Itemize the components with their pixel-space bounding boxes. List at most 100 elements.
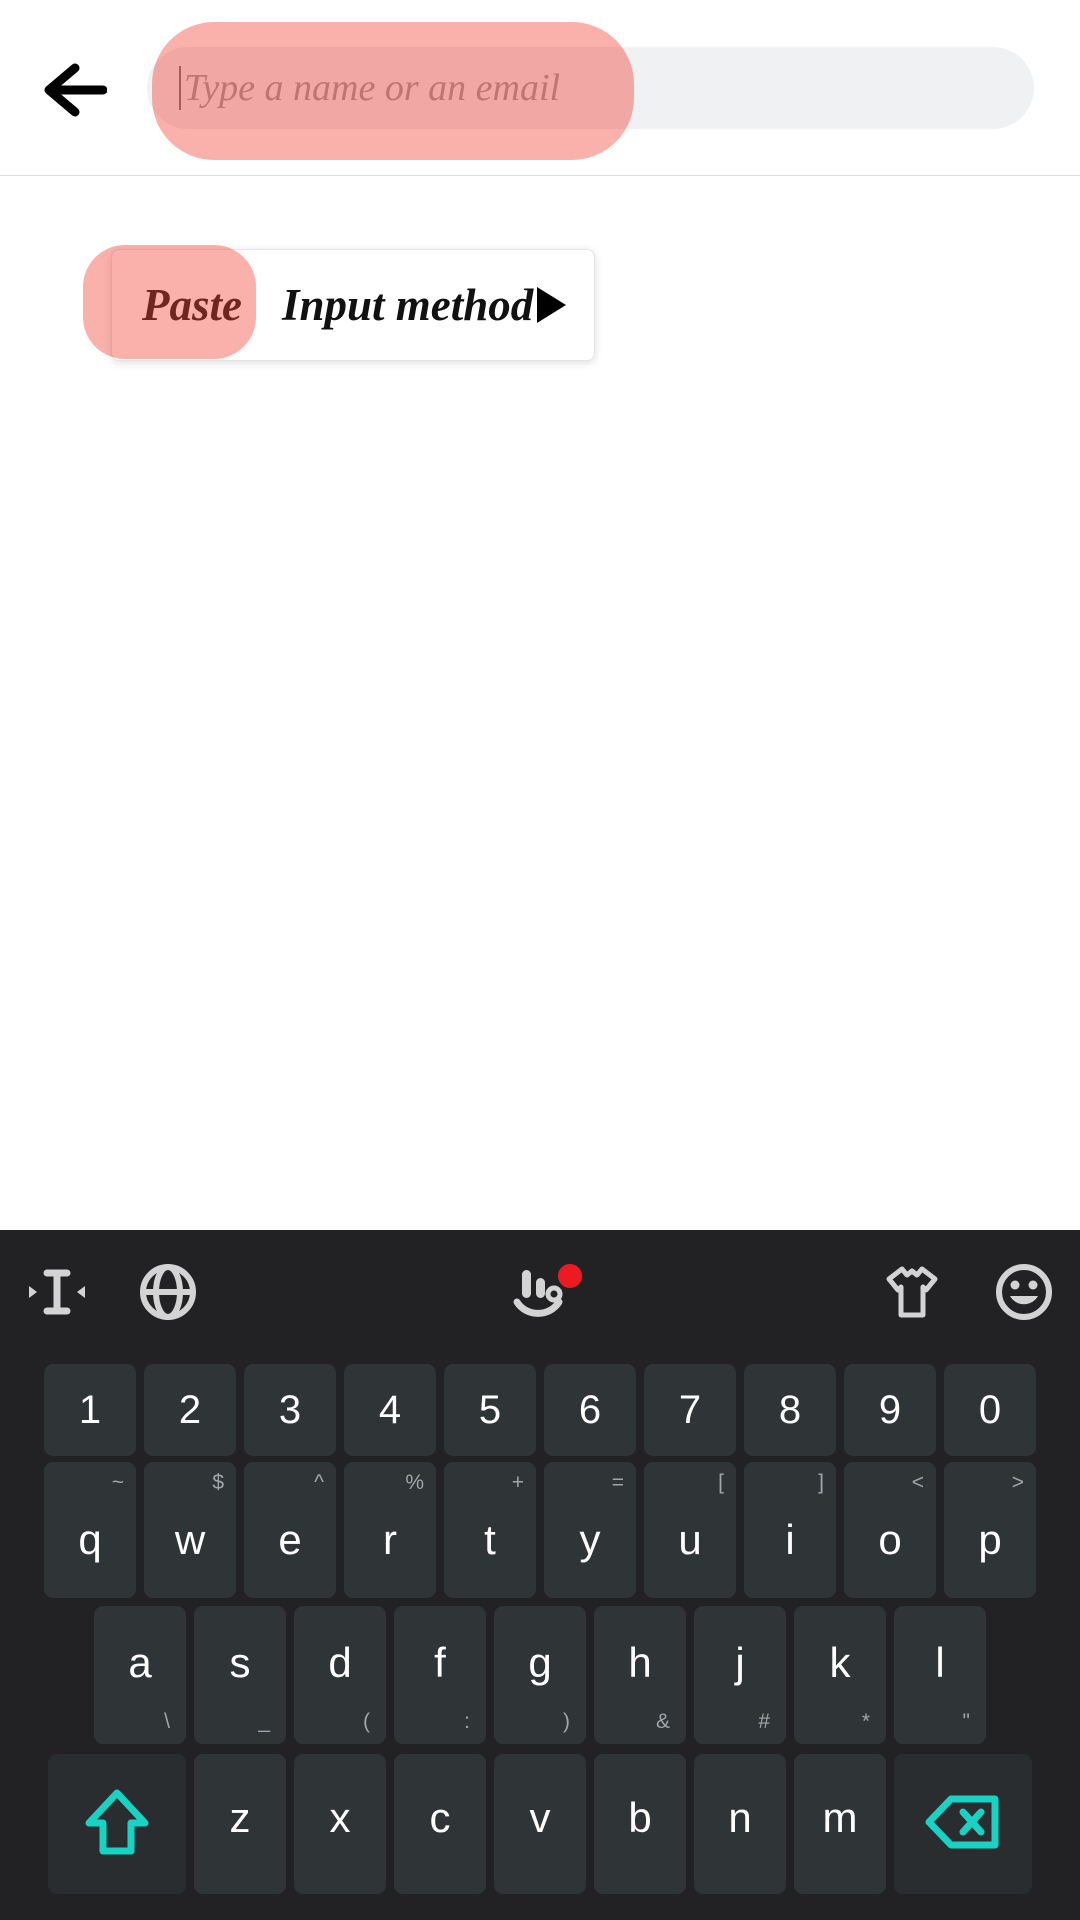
key-j[interactable]: j # — [694, 1606, 786, 1744]
key-k[interactable]: k * — [794, 1606, 886, 1744]
touchpal-logo-icon[interactable] — [484, 1230, 596, 1354]
key-alt-label: [ — [718, 1471, 724, 1494]
key-n[interactable]: n — [694, 1754, 786, 1894]
key-alt-label: _ — [258, 1710, 270, 1733]
key-2[interactable]: 2 — [144, 1364, 236, 1456]
keyboard-row-top: q ~ w $ e ^ r% t + y = u[i] o < p > — [0, 1456, 1080, 1602]
key-6[interactable]: 6 — [544, 1364, 636, 1456]
keyboard-row-home: a \ s _ d(f: g) h & j # k * l " — [0, 1602, 1080, 1750]
back-button[interactable] — [22, 50, 126, 130]
key-label: 8 — [778, 1388, 802, 1432]
key-h[interactable]: h & — [594, 1606, 686, 1744]
key-label: d — [328, 1639, 352, 1686]
cursor-move-icon[interactable] — [0, 1230, 112, 1354]
key-label: 3 — [278, 1388, 302, 1432]
key-label: 5 — [478, 1388, 502, 1432]
key-alt-label: # — [758, 1710, 770, 1733]
key-9[interactable]: 9 — [844, 1364, 936, 1456]
key-w[interactable]: w $ — [144, 1462, 236, 1598]
key-alt-label: " — [962, 1710, 970, 1733]
key-alt-label: \ — [164, 1710, 170, 1733]
key-alt-label: ~ — [111, 1471, 124, 1494]
backspace-key[interactable] — [894, 1754, 1032, 1894]
text-caret — [179, 66, 181, 110]
search-input[interactable]: Type a name or an email — [147, 47, 1034, 129]
app-bar: Type a name or an email — [0, 0, 1080, 176]
key-label: e — [278, 1516, 302, 1563]
key-v[interactable]: v — [494, 1754, 586, 1894]
key-s[interactable]: s _ — [194, 1606, 286, 1744]
key-q[interactable]: q ~ — [44, 1462, 136, 1598]
key-label: 0 — [978, 1388, 1002, 1432]
shift-key[interactable] — [48, 1754, 186, 1894]
key-1[interactable]: 1 — [44, 1364, 136, 1456]
key-alt-label: ^ — [314, 1471, 324, 1494]
tshirt-icon[interactable] — [856, 1230, 968, 1354]
key-label: p — [978, 1516, 1002, 1563]
key-label: o — [878, 1516, 902, 1563]
key-label: l — [935, 1639, 945, 1686]
key-8[interactable]: 8 — [744, 1364, 836, 1456]
key-label: 4 — [378, 1388, 402, 1432]
key-z[interactable]: z — [194, 1754, 286, 1894]
paste-menu-item[interactable]: Paste — [112, 250, 272, 360]
key-e[interactable]: e ^ — [244, 1462, 336, 1598]
key-g[interactable]: g) — [494, 1606, 586, 1744]
key-7[interactable]: 7 — [644, 1364, 736, 1456]
emoji-icon[interactable] — [968, 1230, 1080, 1354]
notification-badge-dot — [556, 1262, 584, 1290]
key-label: z — [229, 1794, 251, 1841]
key-label: v — [529, 1794, 551, 1841]
key-r[interactable]: r% — [344, 1462, 436, 1598]
globe-icon[interactable] — [112, 1230, 224, 1354]
key-c[interactable]: c — [394, 1754, 486, 1894]
key-b[interactable]: b — [594, 1754, 686, 1894]
bottom-letter-keys: z x c v bnm — [190, 1754, 890, 1900]
backspace-icon — [925, 1793, 1001, 1856]
key-label: 9 — [878, 1388, 902, 1432]
key-5[interactable]: 5 — [444, 1364, 536, 1456]
input-method-menu-item[interactable]: Input method — [272, 250, 588, 360]
key-label: a — [128, 1639, 152, 1686]
key-o[interactable]: o < — [844, 1462, 936, 1598]
keyboard-panel: 1234567890 q ~ w $ e ^ r% t + y = u[i] o < p > a \ s _ d(f:… — [0, 1230, 1080, 1920]
key-t[interactable]: t + — [444, 1462, 536, 1598]
key-3[interactable]: 3 — [244, 1364, 336, 1456]
key-alt-label: & — [655, 1710, 670, 1733]
key-label: c — [429, 1794, 451, 1841]
key-label: 1 — [78, 1388, 102, 1432]
key-f[interactable]: f: — [394, 1606, 486, 1744]
key-label: t — [484, 1516, 496, 1563]
triangle-right-icon — [537, 287, 567, 323]
search-placeholder-text: Type a name or an email — [179, 47, 560, 129]
key-label: b — [628, 1794, 652, 1841]
key-alt-label: $ — [212, 1471, 224, 1494]
key-4[interactable]: 4 — [344, 1364, 436, 1456]
key-u[interactable]: u[ — [644, 1462, 736, 1598]
key-label: x — [329, 1794, 351, 1841]
key-alt-label: + — [511, 1471, 524, 1494]
search-placeholder-label: Type a name or an email — [184, 67, 561, 109]
key-label: k — [829, 1639, 851, 1686]
key-label: 6 — [578, 1388, 602, 1432]
key-l[interactable]: l " — [894, 1606, 986, 1744]
key-p[interactable]: p > — [944, 1462, 1036, 1598]
key-y[interactable]: y = — [544, 1462, 636, 1598]
key-d[interactable]: d( — [294, 1606, 386, 1744]
key-alt-label: * — [861, 1710, 870, 1733]
key-label: g — [528, 1639, 552, 1686]
key-x[interactable]: x — [294, 1754, 386, 1894]
key-label: m — [822, 1794, 858, 1841]
key-label: q — [78, 1516, 102, 1563]
arrow-left-icon — [41, 63, 107, 117]
key-label: 7 — [678, 1388, 702, 1432]
key-i[interactable]: i] — [744, 1462, 836, 1598]
key-label: y — [579, 1516, 601, 1563]
key-label: w — [174, 1516, 206, 1563]
key-label: i — [785, 1516, 795, 1563]
key-0[interactable]: 0 — [944, 1364, 1036, 1456]
key-m[interactable]: m — [794, 1754, 886, 1894]
key-label: r — [383, 1516, 397, 1563]
key-alt-label: > — [1011, 1471, 1024, 1494]
key-a[interactable]: a \ — [94, 1606, 186, 1744]
